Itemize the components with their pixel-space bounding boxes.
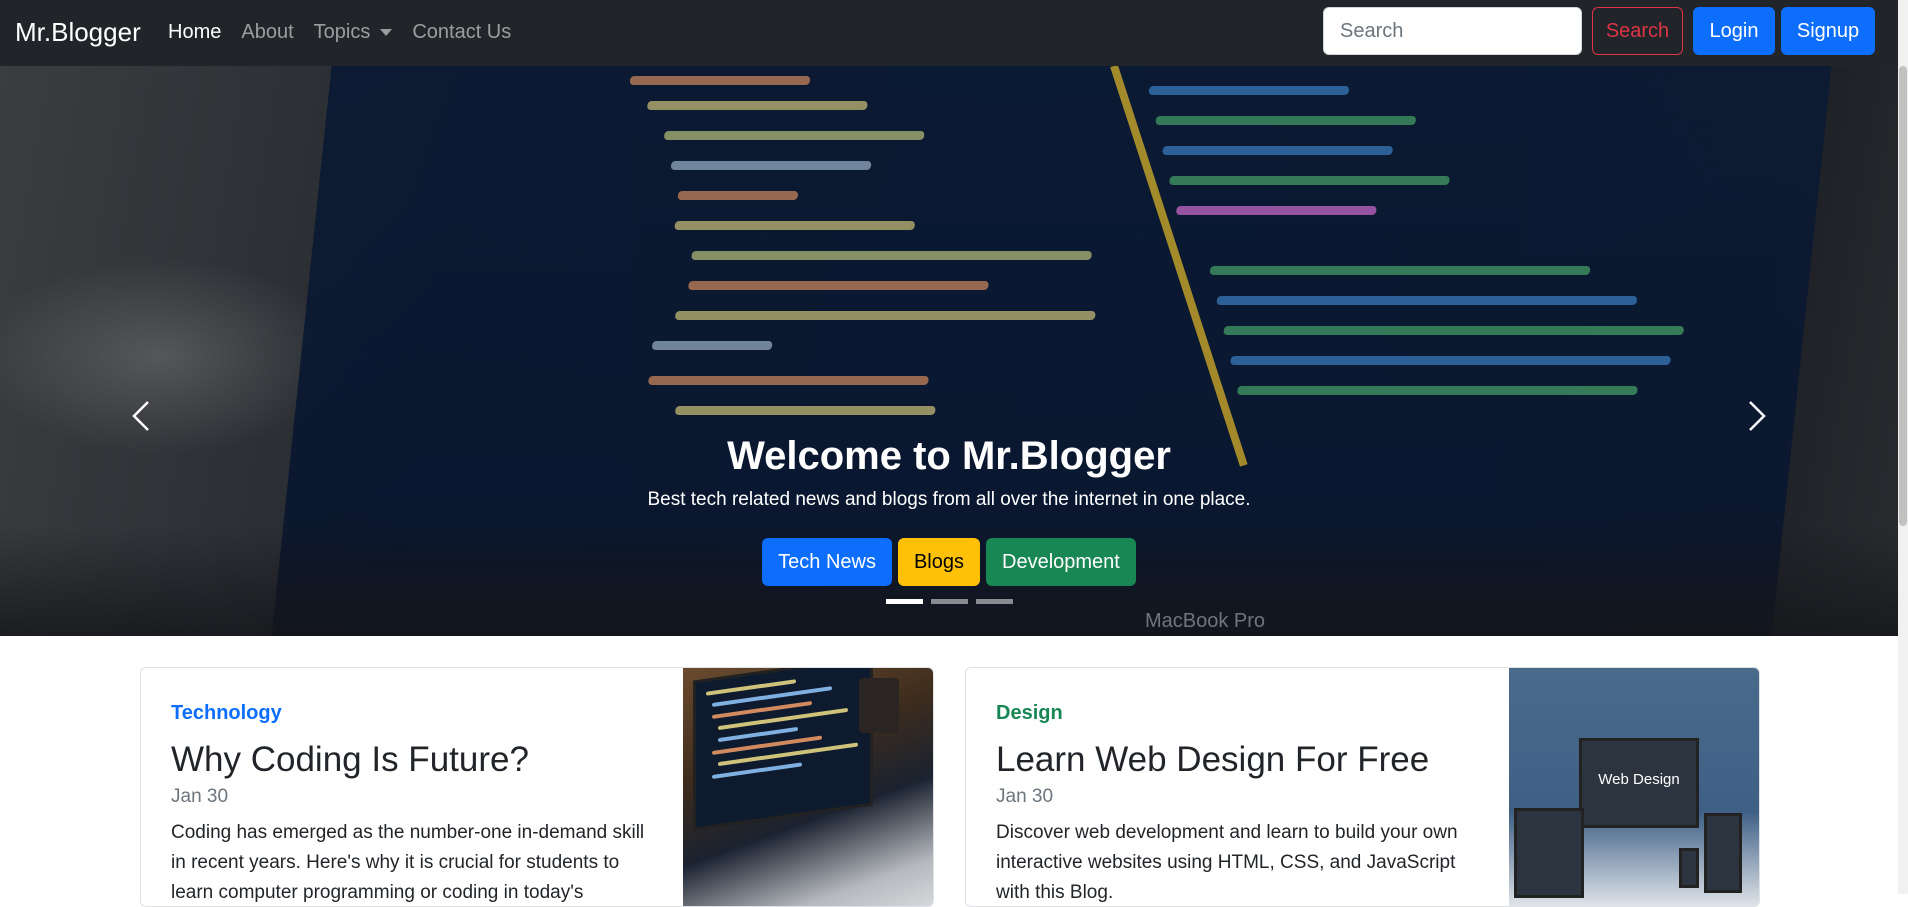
development-button[interactable]: Development — [986, 538, 1136, 586]
blog-card-design[interactable]: Design Learn Web Design For Free Jan 30 … — [965, 667, 1760, 907]
card-body: Design Learn Web Design For Free Jan 30 … — [996, 700, 1476, 906]
nav-about[interactable]: About — [241, 18, 293, 46]
card-date: Jan 30 — [171, 786, 229, 807]
login-button[interactable]: Login — [1693, 7, 1775, 55]
macbook-watermark: MacBook Pro — [1145, 610, 1266, 632]
tech-news-button[interactable]: Tech News — [762, 538, 892, 586]
card-title[interactable]: Why Coding Is Future? — [171, 738, 651, 782]
blogs-button[interactable]: Blogs — [897, 538, 980, 586]
nav-contact[interactable]: Contact Us — [412, 18, 511, 46]
nav-topics-label: Topics — [313, 21, 371, 43]
page-scrollbar[interactable] — [1898, 0, 1908, 894]
card-date: Jan 30 — [996, 786, 1054, 807]
chevron-right-icon — [1749, 401, 1766, 431]
carousel-next-button[interactable] — [1736, 396, 1776, 436]
nav-home[interactable]: Home — [168, 18, 221, 46]
hero-title: Welcome to Mr.Blogger — [727, 434, 1171, 478]
signup-button[interactable]: Signup — [1781, 7, 1875, 55]
hero-buttons: Tech News Blogs Development — [0, 538, 1898, 586]
web-design-devices-image: Web Design — [1509, 668, 1759, 906]
card-title[interactable]: Learn Web Design For Free — [996, 738, 1476, 782]
search-button[interactable]: Search — [1592, 7, 1683, 55]
carousel-indicator-1[interactable] — [885, 599, 923, 604]
brand-logo[interactable]: Mr.Blogger — [15, 14, 141, 50]
carousel-prev-button[interactable] — [122, 396, 162, 436]
scrollbar-thumb[interactable] — [1899, 66, 1907, 526]
card-category: Technology — [171, 702, 282, 724]
carousel-indicators — [0, 599, 1898, 604]
blog-card-technology[interactable]: Technology Why Coding Is Future? Jan 30 … — [140, 667, 934, 907]
search-input[interactable] — [1323, 7, 1582, 55]
mug-icon — [859, 678, 899, 733]
card-body: Technology Why Coding Is Future? Jan 30 … — [171, 700, 651, 906]
card-category: Design — [996, 702, 1063, 724]
nav-topics-dropdown[interactable]: Topics — [314, 18, 393, 46]
caret-down-icon — [380, 28, 393, 36]
carousel-indicator-3[interactable] — [975, 599, 1013, 604]
web-design-image-label: Web Design — [1598, 771, 1680, 788]
navbar: Mr.Blogger Home About Topics Contact Us … — [0, 0, 1908, 66]
carousel-indicator-2[interactable] — [930, 599, 968, 604]
laptop-code-image — [683, 668, 933, 906]
carousel-caption: Welcome to Mr.Blogger Best tech related … — [0, 432, 1898, 514]
hero-subtitle: Best tech related news and blogs from al… — [647, 489, 1251, 510]
nav-links: Home About Topics Contact Us — [168, 18, 511, 46]
chevron-left-icon — [132, 401, 149, 431]
